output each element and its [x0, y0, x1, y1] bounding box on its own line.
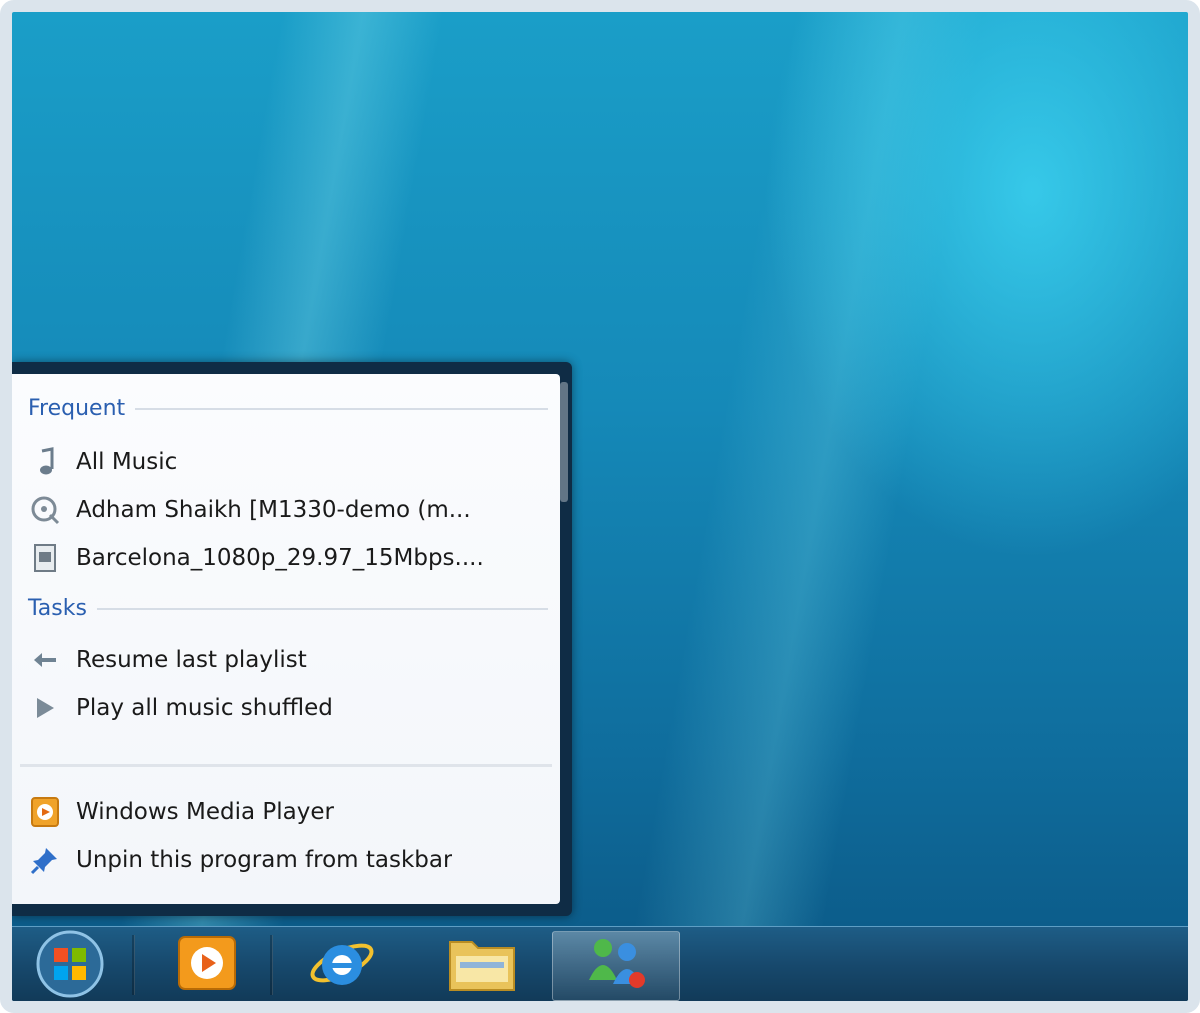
- media-player-icon: [28, 795, 62, 829]
- frequent-item-adham-shaikh[interactable]: Adham Shaikh [M1330-demo (m...: [28, 488, 548, 532]
- screenshot-frame: Frequent All Music Adham Shaikh [M1330-d…: [0, 0, 1200, 1013]
- task-item-shuffle[interactable]: Play all music shuffled: [28, 686, 548, 730]
- frequent-item-label: Adham Shaikh [M1330-demo (m...: [76, 497, 471, 523]
- app-item-label: Windows Media Player: [76, 799, 334, 825]
- taskbar-messenger-button[interactable]: [552, 931, 680, 1001]
- tasks-section-header: Tasks: [28, 596, 548, 621]
- taskbar-separator: [270, 935, 273, 995]
- shuffle-play-icon: [28, 691, 62, 725]
- internet-explorer-icon: [307, 932, 377, 998]
- video-file-icon: [28, 541, 62, 575]
- taskbar-internet-explorer-button[interactable]: [287, 931, 397, 999]
- tasks-header-rule: [96, 607, 548, 610]
- task-item-label: Resume last playlist: [76, 647, 307, 673]
- messenger-icon: [579, 932, 653, 1000]
- tasks-header-label: Tasks: [28, 596, 87, 621]
- start-button[interactable]: [20, 928, 120, 1001]
- music-note-icon: [28, 445, 62, 479]
- media-player-icon: [176, 934, 238, 996]
- taskbar-separator: [132, 935, 135, 995]
- task-item-resume-playlist[interactable]: Resume last playlist: [28, 638, 548, 682]
- unpin-icon: [28, 843, 62, 877]
- jump-list-panel: Frequent All Music Adham Shaikh [M1330-d…: [12, 374, 560, 904]
- frequent-section-header: Frequent: [28, 396, 548, 421]
- app-item-unpin[interactable]: Unpin this program from taskbar: [28, 838, 548, 882]
- frequent-header-rule: [135, 407, 548, 410]
- frequent-header-label: Frequent: [28, 396, 126, 421]
- playlist-disc-icon: [28, 493, 62, 527]
- taskbar: [12, 926, 1188, 1001]
- frequent-item-all-music[interactable]: All Music: [28, 440, 548, 484]
- frequent-item-label: Barcelona_1080p_29.97_15Mbps....: [76, 545, 484, 571]
- taskbar-folder-button[interactable]: [422, 931, 542, 999]
- resume-playlist-icon: [28, 643, 62, 677]
- start-orb-icon: [30, 928, 110, 1001]
- app-item-label: Unpin this program from taskbar: [76, 847, 453, 873]
- jump-list: Frequent All Music Adham Shaikh [M1330-d…: [12, 362, 572, 916]
- taskbar-media-player-button[interactable]: [152, 931, 262, 999]
- task-item-label: Play all music shuffled: [76, 695, 333, 721]
- frequent-item-barcelona[interactable]: Barcelona_1080p_29.97_15Mbps....: [28, 536, 548, 580]
- folder-icon: [446, 932, 518, 998]
- jump-list-divider: [20, 764, 552, 767]
- frequent-item-label: All Music: [76, 449, 178, 475]
- app-item-windows-media-player[interactable]: Windows Media Player: [28, 790, 548, 834]
- jump-list-scrollbar[interactable]: [560, 382, 568, 502]
